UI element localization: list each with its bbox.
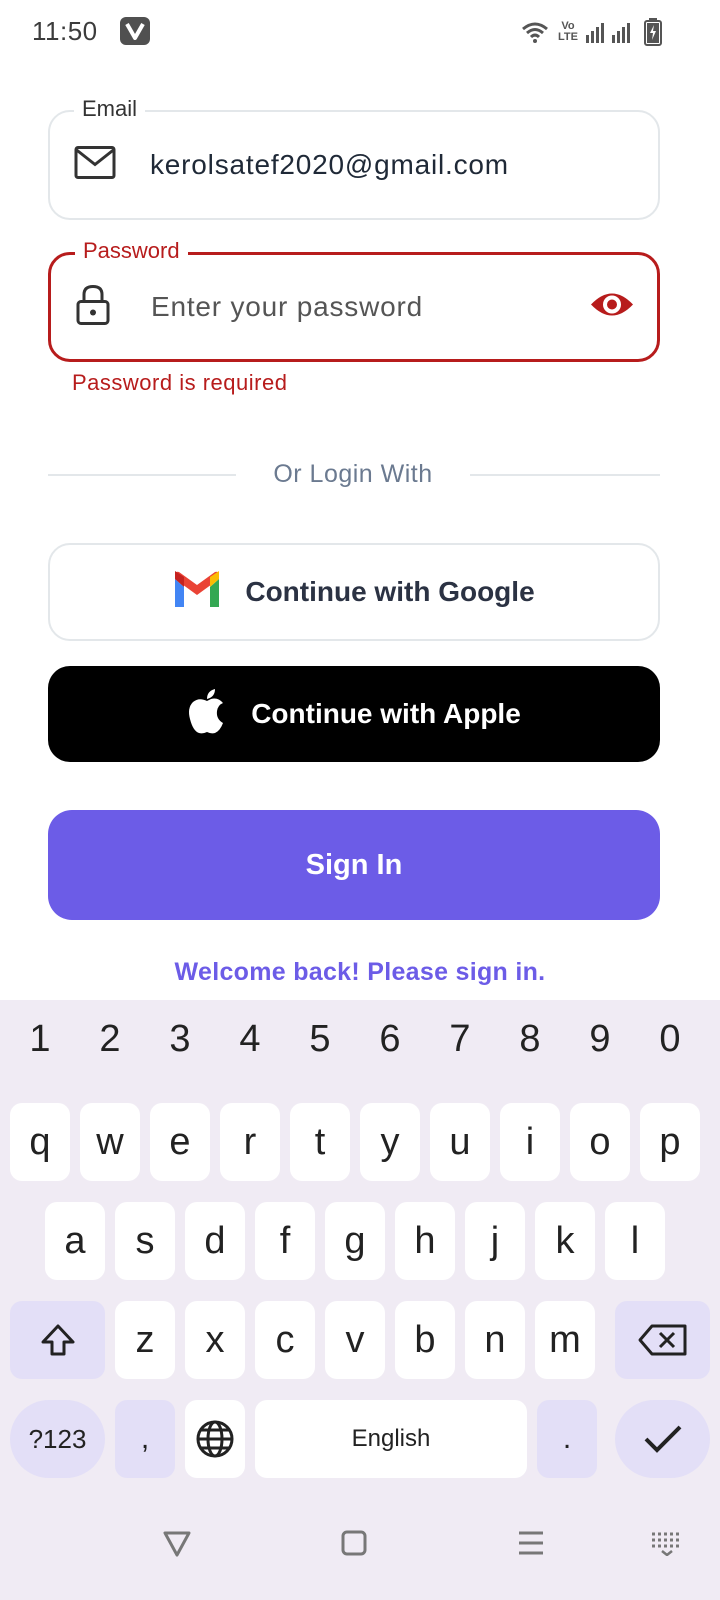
email-field[interactable]: Email kerolsatef2020@gmail.com	[48, 96, 660, 220]
battery-icon	[644, 18, 662, 46]
key-s[interactable]: s	[115, 1202, 175, 1280]
key-i[interactable]: i	[500, 1103, 560, 1181]
number-row: 1 2 3 4 5 6 7 8 9 0	[0, 1018, 720, 1078]
signal-icon	[586, 23, 630, 43]
key-c[interactable]: c	[255, 1301, 315, 1379]
checkmark-icon	[644, 1425, 681, 1453]
key-h[interactable]: h	[395, 1202, 455, 1280]
divider-left	[48, 474, 236, 476]
key-n[interactable]: n	[465, 1301, 525, 1379]
key-4[interactable]: 4	[220, 1018, 280, 1061]
key-r[interactable]: r	[220, 1103, 280, 1181]
language-key[interactable]	[185, 1400, 245, 1478]
keyboard-switch-icon[interactable]	[650, 1530, 684, 1561]
divider-right	[470, 474, 660, 476]
symbols-key[interactable]: ?123	[10, 1400, 105, 1478]
comma-key[interactable]: ,	[115, 1400, 175, 1478]
key-7[interactable]: 7	[430, 1018, 490, 1061]
status-time: 11:50	[32, 16, 98, 46]
key-o[interactable]: o	[570, 1103, 630, 1181]
key-d[interactable]: d	[185, 1202, 245, 1280]
key-k[interactable]: k	[535, 1202, 595, 1280]
key-v[interactable]: v	[325, 1301, 385, 1379]
divider-text: Or Login With	[273, 460, 433, 488]
key-0[interactable]: 0	[640, 1018, 700, 1061]
apple-button[interactable]: Continue with Apple	[48, 666, 660, 762]
wifi-icon	[522, 22, 548, 43]
key-z[interactable]: z	[115, 1301, 175, 1379]
welcome-text: Welcome back! Please sign in.	[174, 958, 546, 986]
globe-icon	[196, 1420, 234, 1458]
key-g[interactable]: g	[325, 1202, 385, 1280]
period-key[interactable]: .	[537, 1400, 597, 1478]
gmail-icon	[173, 570, 221, 614]
back-icon[interactable]	[162, 1530, 192, 1563]
key-t[interactable]: t	[290, 1103, 350, 1181]
soft-keyboard: 1 2 3 4 5 6 7 8 9 0 q w e r t y u i o p …	[0, 1000, 720, 1600]
navigation-bar	[0, 1500, 720, 1600]
email-label: Email	[74, 96, 146, 122]
eye-icon[interactable]	[589, 289, 635, 326]
key-w[interactable]: w	[80, 1103, 140, 1181]
space-bar[interactable]: English	[255, 1400, 527, 1478]
sign-in-button[interactable]: Sign In	[48, 810, 660, 920]
key-8[interactable]: 8	[500, 1018, 560, 1061]
key-y[interactable]: y	[360, 1103, 420, 1181]
password-placeholder: Enter your password	[151, 291, 423, 322]
shift-icon	[41, 1324, 74, 1356]
email-value: kerolsatef2020@gmail.com	[150, 149, 509, 180]
backspace-icon	[638, 1324, 686, 1356]
key-5[interactable]: 5	[290, 1018, 350, 1061]
password-field[interactable]: Password Enter your password	[48, 238, 660, 362]
key-e[interactable]: e	[150, 1103, 210, 1181]
sign-in-label: Sign In	[305, 848, 403, 881]
key-1[interactable]: 1	[10, 1018, 70, 1061]
apple-button-label: Continue with Apple	[251, 698, 521, 729]
key-x[interactable]: x	[185, 1301, 245, 1379]
password-error: Password is required	[72, 370, 288, 395]
status-icons: Vo LTE	[520, 18, 662, 46]
key-9[interactable]: 9	[570, 1018, 630, 1061]
lock-icon	[75, 284, 111, 331]
key-2[interactable]: 2	[80, 1018, 140, 1061]
shift-key[interactable]	[10, 1301, 105, 1379]
apple-icon	[187, 688, 227, 740]
key-p[interactable]: p	[640, 1103, 700, 1181]
mail-icon	[74, 146, 116, 185]
home-icon[interactable]	[341, 1530, 367, 1561]
key-6[interactable]: 6	[360, 1018, 420, 1061]
password-label: Password	[75, 238, 188, 264]
volte-indicator: Vo LTE	[558, 21, 578, 43]
key-b[interactable]: b	[395, 1301, 455, 1379]
backspace-key[interactable]	[615, 1301, 710, 1379]
done-key[interactable]	[615, 1400, 710, 1478]
recents-icon[interactable]	[517, 1530, 545, 1561]
google-button[interactable]: Continue with Google	[48, 543, 660, 641]
status-bar: 11:50 Vo LTE	[0, 0, 720, 64]
key-u[interactable]: u	[430, 1103, 490, 1181]
key-q[interactable]: q	[10, 1103, 70, 1181]
key-j[interactable]: j	[465, 1202, 525, 1280]
google-button-label: Continue with Google	[245, 576, 535, 607]
key-f[interactable]: f	[255, 1202, 315, 1280]
app-notification-icon	[120, 17, 150, 45]
key-l[interactable]: l	[605, 1202, 665, 1280]
key-m[interactable]: m	[535, 1301, 595, 1379]
key-a[interactable]: a	[45, 1202, 105, 1280]
key-3[interactable]: 3	[150, 1018, 210, 1061]
volte-bottom-text: LTE	[558, 31, 578, 43]
